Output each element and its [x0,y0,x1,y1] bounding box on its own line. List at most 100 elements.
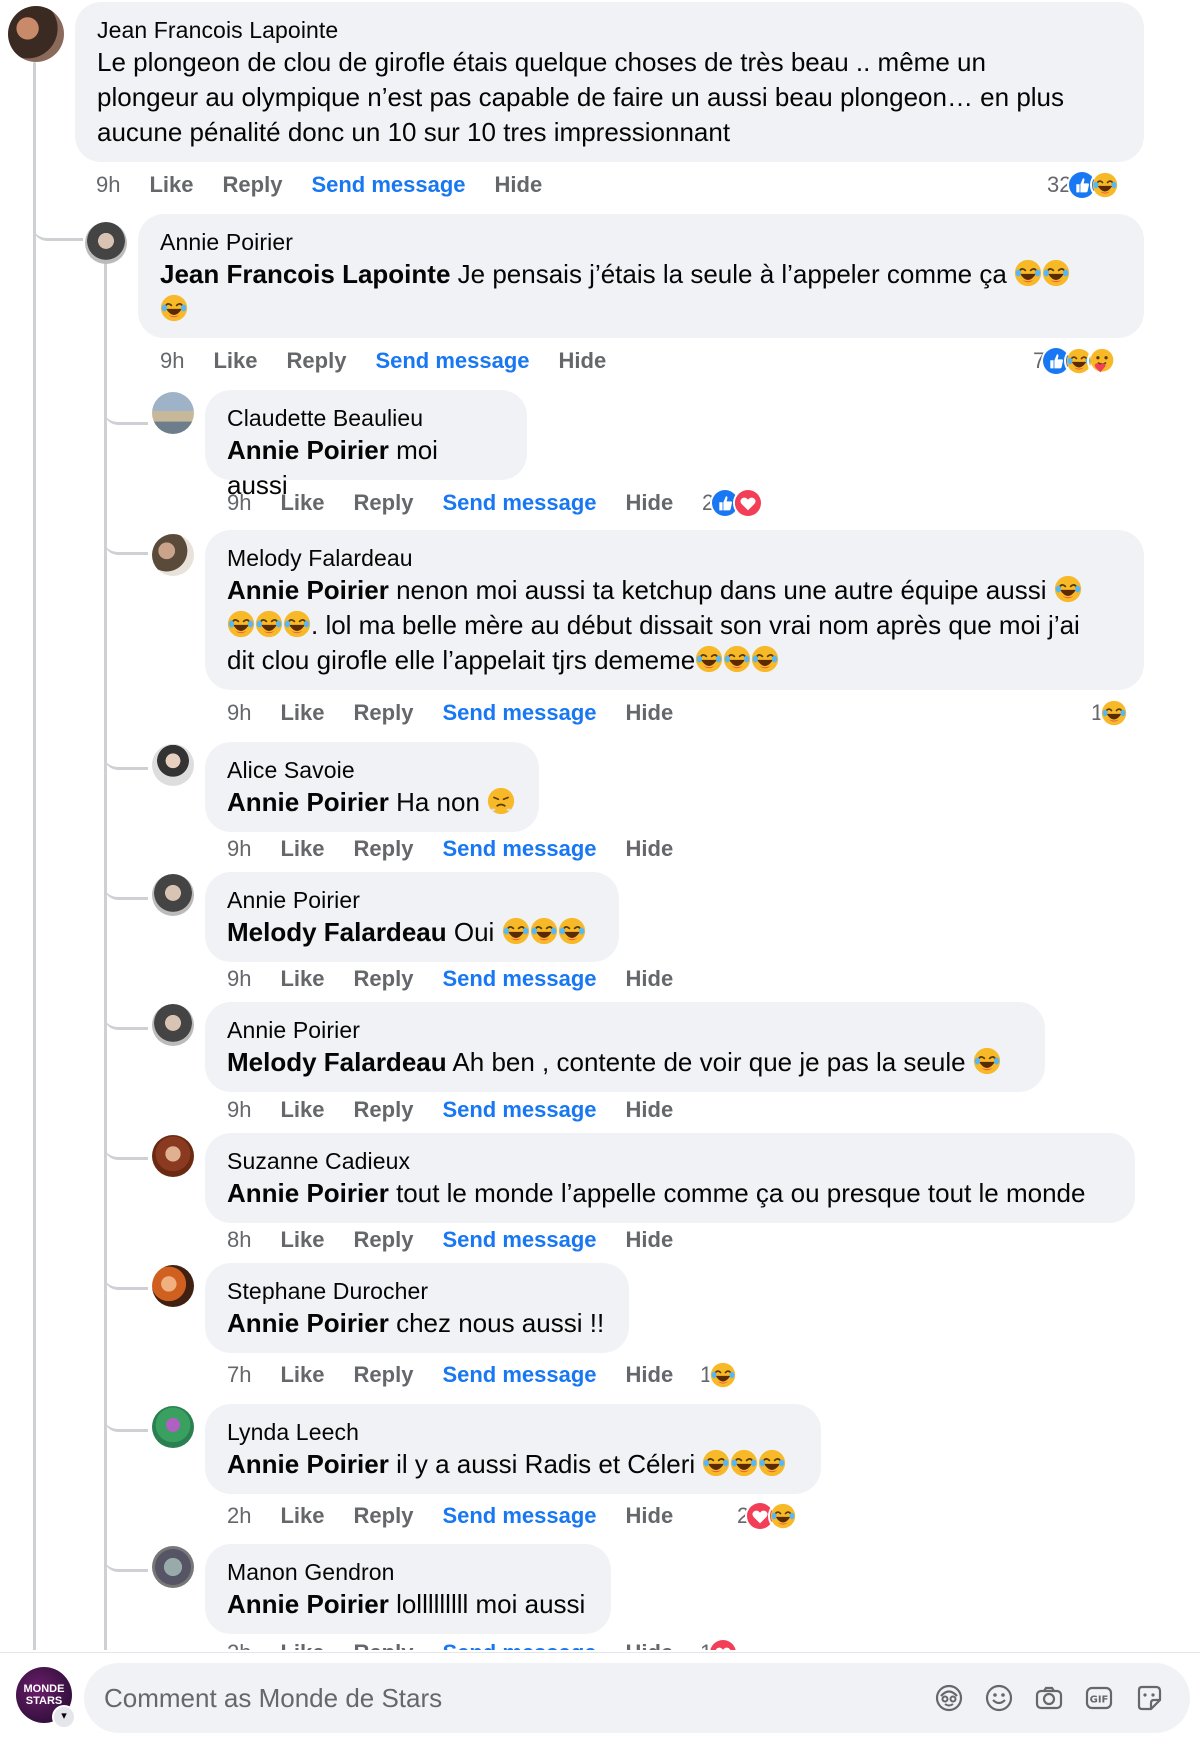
like-button[interactable]: Like [213,348,257,374]
hide-button[interactable]: Hide [626,1227,674,1253]
like-button[interactable]: Like [280,490,324,516]
send-message-button[interactable]: Send message [442,1503,596,1529]
reply-button[interactable]: Reply [354,700,414,726]
comment-author[interactable]: Jean Francois Lapointe [97,15,1122,45]
comment-author[interactable]: Alice Savoie [227,755,517,785]
send-message-button[interactable]: Send message [375,348,529,374]
comment-author[interactable]: Annie Poirier [227,1015,1023,1045]
like-button[interactable]: Like [280,1503,324,1529]
mention-link[interactable]: Annie Poirier [227,787,389,817]
reaction-summary[interactable]: 2 [737,1501,799,1531]
reply-button[interactable]: Reply [354,836,414,862]
reaction-summary[interactable]: 1 [1091,698,1130,728]
send-message-button[interactable]: Send message [311,172,465,198]
mention-link[interactable]: Annie Poirier [227,1449,389,1479]
reply-button[interactable]: Reply [354,1640,414,1650]
reaction-summary[interactable]: 7 [1033,346,1118,376]
mention-link[interactable]: Annie Poirier [227,1589,389,1619]
comment-author[interactable]: Lynda Leech [227,1417,799,1447]
mention-link[interactable]: Annie Poirier [227,575,389,605]
reaction-summary[interactable]: 32 [1047,170,1121,200]
reaction-summary[interactable]: 2 [702,488,764,518]
avatar[interactable] [85,222,127,264]
mention-link[interactable]: Melody Falardeau [227,917,447,947]
hide-button[interactable]: Hide [495,172,543,198]
avatar[interactable] [8,6,64,62]
reply-button[interactable]: Reply [354,1362,414,1388]
comment-author[interactable]: Stephane Durocher [227,1276,607,1306]
comment-time[interactable]: 2h [227,1640,251,1650]
hide-button[interactable]: Hide [626,1097,674,1123]
comment-time[interactable]: 8h [227,1227,251,1253]
chevron-down-icon[interactable]: ▾ [52,1705,76,1729]
reply-button[interactable]: Reply [354,1227,414,1253]
comment-author[interactable]: Suzanne Cadieux [227,1146,1113,1176]
mention-link[interactable]: Annie Poirier [227,1178,389,1208]
send-message-button[interactable]: Send message [442,1640,596,1650]
comment-author[interactable]: Melody Falardeau [227,543,1122,573]
avatar-sticker-icon[interactable] [932,1681,966,1715]
mention-link[interactable]: Melody Falardeau [227,1047,447,1077]
send-message-button[interactable]: Send message [442,1227,596,1253]
mention-link[interactable]: Annie Poirier [227,435,389,465]
send-message-button[interactable]: Send message [442,700,596,726]
avatar[interactable] [152,874,194,916]
avatar[interactable] [152,534,194,576]
reply-button[interactable]: Reply [354,1097,414,1123]
like-button[interactable]: Like [280,1227,324,1253]
comment-input[interactable]: Comment as Monde de Stars GIF [84,1663,1190,1733]
comment-time[interactable]: 9h [227,1097,251,1123]
comment-time[interactable]: 9h [227,490,251,516]
send-message-button[interactable]: Send message [442,836,596,862]
comment-time[interactable]: 9h [96,172,120,198]
comment-time[interactable]: 7h [227,1362,251,1388]
comment-time[interactable]: 9h [227,700,251,726]
like-button[interactable]: Like [280,836,324,862]
avatar[interactable] [152,744,194,786]
like-button[interactable]: Like [280,1362,324,1388]
comment-author[interactable]: Annie Poirier [227,885,597,915]
emoji-icon[interactable] [982,1681,1016,1715]
avatar[interactable] [152,392,194,434]
avatar[interactable] [152,1004,194,1046]
reply-button[interactable]: Reply [354,1503,414,1529]
reaction-summary[interactable]: 1 [700,1638,739,1650]
like-button[interactable]: Like [149,172,193,198]
hide-button[interactable]: Hide [626,1640,674,1650]
reply-button[interactable]: Reply [223,172,283,198]
comment-time[interactable]: 2h [227,1503,251,1529]
like-button[interactable]: Like [280,700,324,726]
avatar[interactable] [152,1135,194,1177]
comment-author[interactable]: Annie Poirier [160,227,1122,257]
send-message-button[interactable]: Send message [442,1362,596,1388]
hide-button[interactable]: Hide [626,1362,674,1388]
reply-button[interactable]: Reply [354,490,414,516]
reply-button[interactable]: Reply [287,348,347,374]
hide-button[interactable]: Hide [626,700,674,726]
like-button[interactable]: Like [280,1640,324,1650]
comment-time[interactable]: 9h [227,836,251,862]
hide-button[interactable]: Hide [626,1503,674,1529]
reply-button[interactable]: Reply [354,966,414,992]
reaction-summary[interactable]: 1 [700,1360,739,1390]
like-button[interactable]: Like [280,1097,324,1123]
avatar[interactable] [152,1406,194,1448]
send-message-button[interactable]: Send message [442,966,596,992]
send-message-button[interactable]: Send message [442,1097,596,1123]
comment-time[interactable]: 9h [160,348,184,374]
hide-button[interactable]: Hide [626,836,674,862]
mention-link[interactable]: Annie Poirier [227,1308,389,1338]
gif-icon[interactable]: GIF [1082,1681,1116,1715]
mention-link[interactable]: Jean Francois Lapointe [160,259,450,289]
like-button[interactable]: Like [280,966,324,992]
hide-button[interactable]: Hide [559,348,607,374]
hide-button[interactable]: Hide [626,490,674,516]
avatar[interactable] [152,1265,194,1307]
hide-button[interactable]: Hide [626,966,674,992]
camera-icon[interactable] [1032,1681,1066,1715]
avatar[interactable] [152,1546,194,1588]
comment-author[interactable]: Claudette Beaulieu [227,403,505,433]
comment-time[interactable]: 9h [227,966,251,992]
send-message-button[interactable]: Send message [442,490,596,516]
comment-author[interactable]: Manon Gendron [227,1557,589,1587]
